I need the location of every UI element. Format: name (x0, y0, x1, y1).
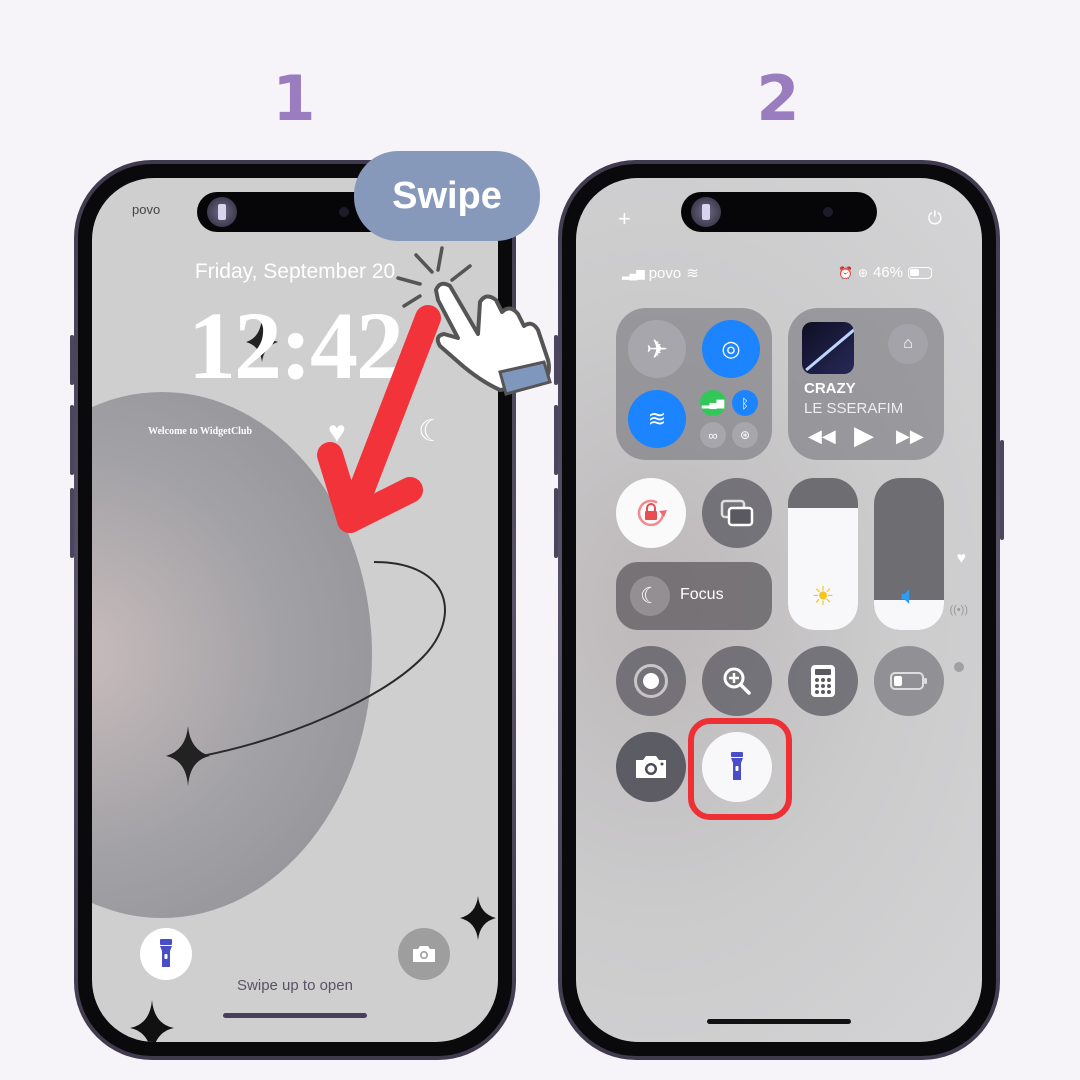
battery-percent: 46% (872, 264, 903, 281)
phone-control-center: + ⏻ ▂▄▆ povo ≋ ⏰ ⊕ 46% ✈ ◎ ≋ ▂▄▆ ᛒ ∞ ⊛ ⌂… (558, 160, 1000, 1060)
flashlight-icon (691, 197, 721, 227)
camera-icon (636, 756, 666, 778)
flashlight-button[interactable] (702, 732, 772, 802)
flashlight-icon (731, 752, 743, 780)
wifi-icon: ≋ (686, 265, 699, 282)
fast-forward-button[interactable]: ▶▶ (896, 426, 924, 447)
page-dot[interactable] (954, 662, 964, 672)
volume-slider[interactable]: 🔈︎ (874, 478, 944, 630)
signal-icon: ▂▄▆ (622, 267, 645, 280)
calculator-icon (811, 665, 835, 697)
alarm-icon: ⏰ (837, 265, 853, 280)
focus-label: Focus (680, 586, 724, 603)
home-indicator[interactable] (707, 1019, 851, 1024)
heart-icon: ♥ (956, 550, 967, 567)
add-control-button[interactable]: + (618, 206, 631, 232)
orientation-lock-toggle[interactable] (616, 478, 686, 548)
vpn-toggle[interactable]: ⊛ (732, 422, 758, 448)
brightness-slider[interactable]: ☀ (788, 478, 858, 630)
power-icon[interactable]: ⏻ (928, 208, 942, 229)
speaker-icon: 🔈︎ (901, 580, 917, 610)
battery-icon (890, 672, 927, 690)
airplay-button[interactable]: ⌂ (888, 324, 928, 364)
dynamic-island (681, 192, 877, 232)
song-title: CRAZY (804, 380, 856, 397)
screen-mirroring-icon (720, 499, 754, 527)
status-bar-left: ▂▄▆ povo ≋ (622, 264, 699, 283)
magnifier-icon (723, 667, 751, 695)
camera-button[interactable] (616, 732, 686, 802)
battery-icon (908, 266, 932, 279)
swipe-label: Swipe (354, 151, 540, 241)
moon-icon: ☾ (630, 576, 670, 616)
now-playing-module: ⌂ CRAZY LE SSERAFIM ◀◀ ▶ ▶▶ (788, 308, 944, 460)
play-button[interactable]: ▶ (854, 420, 874, 451)
control-center: + ⏻ ▂▄▆ povo ≋ ⏰ ⊕ 46% ✈ ◎ ≋ ▂▄▆ ᛒ ∞ ⊛ ⌂… (576, 178, 982, 1042)
antenna-icon: ((•)) (949, 604, 968, 616)
carrier-label: povo (648, 264, 682, 282)
wifi-toggle[interactable]: ≋ (628, 390, 686, 448)
personal-hotspot-toggle[interactable]: ∞ (700, 422, 726, 448)
tap-lines (396, 246, 472, 308)
connectivity-module: ✈ ◎ ≋ ▂▄▆ ᛒ ∞ ⊛ (616, 308, 772, 460)
airdrop-toggle[interactable]: ◎ (702, 320, 760, 378)
bluetooth-toggle[interactable]: ᛒ (732, 390, 758, 416)
airplane-mode-toggle[interactable]: ✈ (628, 320, 686, 378)
calculator-button[interactable] (788, 646, 858, 716)
screen-mirroring-toggle[interactable] (702, 478, 772, 548)
song-artist: LE SSERAFIM (804, 400, 904, 417)
cellular-data-toggle[interactable]: ▂▄▆ (700, 390, 726, 416)
magnifier-button[interactable] (702, 646, 772, 716)
screen-recording-button[interactable] (616, 646, 686, 716)
album-art[interactable] (802, 322, 854, 374)
low-power-mode-button[interactable] (874, 646, 944, 716)
sun-icon: ☀ (811, 581, 835, 611)
rotation-lock-icon (637, 499, 667, 527)
focus-button[interactable]: ☾ Focus (616, 562, 772, 630)
orientation-lock-icon: ⊕ (857, 265, 868, 280)
rewind-button[interactable]: ◀◀ (808, 426, 836, 447)
status-bar-right: ⏰ ⊕ 46% (838, 264, 932, 281)
